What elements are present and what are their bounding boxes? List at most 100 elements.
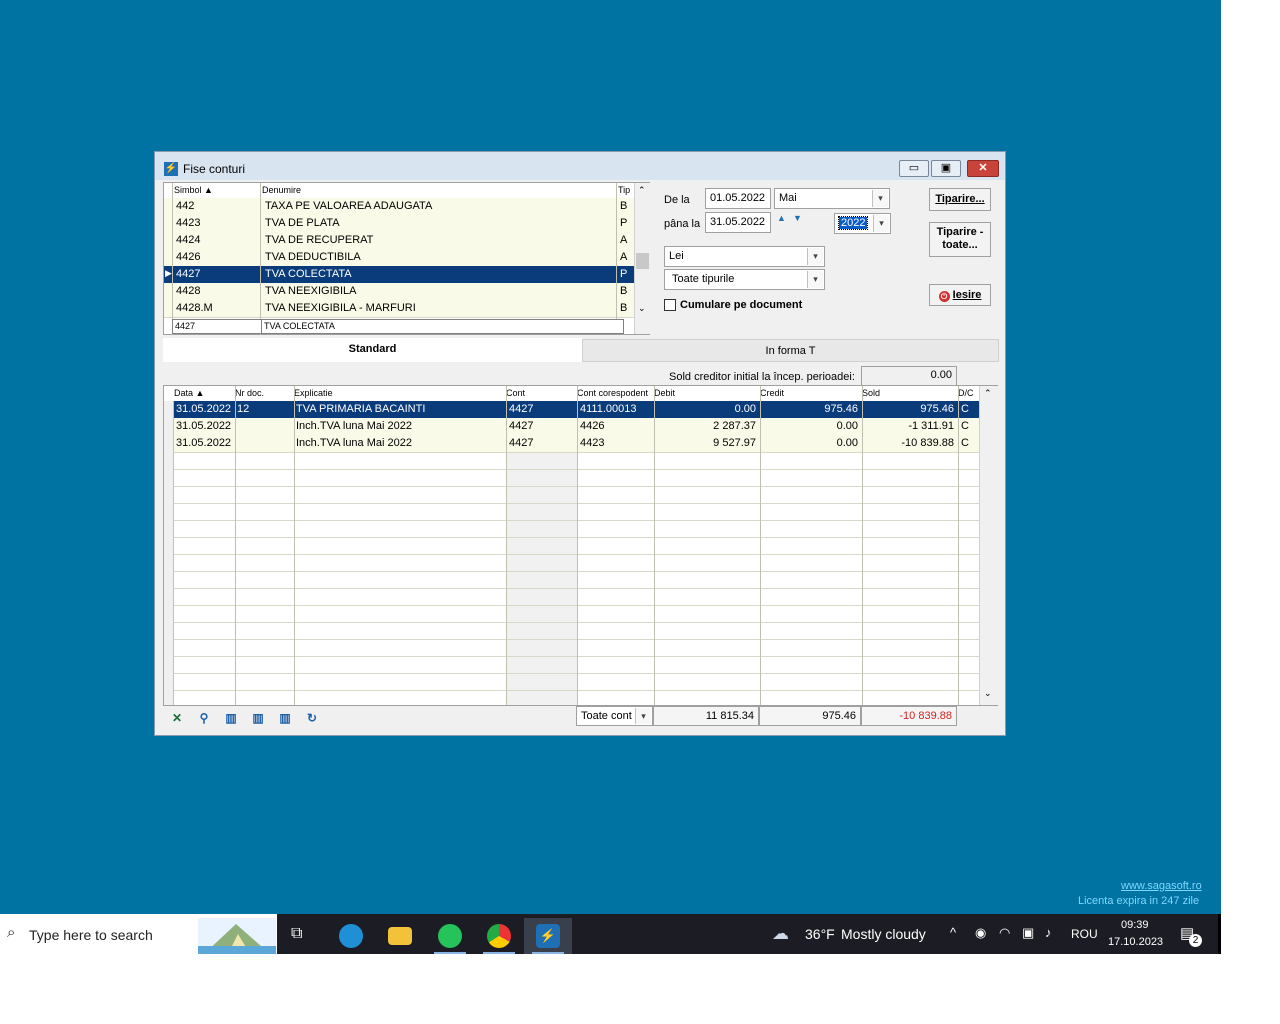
col-credit[interactable]: Credit bbox=[760, 388, 784, 398]
tiparire-toate-button[interactable]: Tiparire - toate... bbox=[929, 222, 991, 257]
ledger-row[interactable]: 31.05.2022 12 TVA PRIMARIA BACAINTI 4427 411… bbox=[164, 401, 979, 419]
search-placeholder: Type here to search bbox=[29, 927, 153, 943]
running-indicator bbox=[483, 952, 515, 954]
ledger-row[interactable]: 31.05.2022 Inch.TVA luna Mai 2022 4427 4426… bbox=[164, 418, 979, 436]
cumulare-checkbox[interactable] bbox=[664, 299, 676, 311]
volume-icon[interactable]: ♪ bbox=[1045, 925, 1052, 940]
accounts-scrollbar[interactable]: ⌃ ⌄ bbox=[634, 183, 651, 334]
file-explorer-button[interactable] bbox=[376, 918, 424, 954]
chevron-down-icon[interactable]: ▾ bbox=[873, 215, 889, 232]
sagasoft-link[interactable]: www.sagasoft.ro bbox=[1121, 880, 1202, 892]
to-date-input[interactable]: 31.05.2022 bbox=[705, 212, 771, 233]
scroll-down-icon[interactable]: ⌄ bbox=[638, 303, 646, 314]
types-select[interactable]: Toate tipurile ▾ bbox=[664, 269, 825, 290]
edge-button[interactable] bbox=[327, 918, 375, 954]
ledger-grid[interactable]: Data ▲ Nr doc. Explicatie Cont Cont core… bbox=[163, 385, 998, 708]
weather-temp[interactable]: 36°F bbox=[805, 926, 835, 942]
empty-ledger-row bbox=[164, 622, 979, 640]
whatsapp-button[interactable] bbox=[426, 918, 474, 954]
minimize-button[interactable]: ▭ bbox=[899, 160, 929, 177]
clock-date[interactable]: 17.10.2023 bbox=[1108, 936, 1163, 948]
meet-icon[interactable]: ◉ bbox=[975, 925, 986, 941]
task-view-button[interactable]: ⧉ bbox=[277, 918, 325, 954]
ledger-row[interactable]: 31.05.2022 Inch.TVA luna Mai 2022 4427 4423… bbox=[164, 435, 979, 453]
search-highlight-image bbox=[198, 918, 276, 954]
wifi-icon[interactable]: ◠ bbox=[999, 925, 1010, 941]
col-cont[interactable]: Cont bbox=[506, 388, 525, 398]
account-denumire: TVA NEEXIGIBILA bbox=[265, 285, 357, 297]
cumulare-label[interactable]: Cumulare pe document bbox=[680, 299, 802, 311]
year-select[interactable]: 2022 ▾ bbox=[834, 213, 891, 234]
scroll-up-icon[interactable]: ⌃ bbox=[638, 185, 646, 196]
iesire-button[interactable]: ⏻ Iesire bbox=[929, 284, 991, 306]
col-simbol[interactable]: Simbol ▲ bbox=[174, 185, 213, 195]
account-denumire: TVA DE PLATA bbox=[265, 217, 340, 229]
refresh-icon[interactable]: ↻ bbox=[304, 711, 320, 725]
close-button[interactable]: ✕ bbox=[967, 160, 999, 177]
col-tip[interactable]: Tip bbox=[618, 185, 630, 195]
search-box[interactable]: ⌕ Type here to search bbox=[0, 914, 277, 954]
col-data[interactable]: Data ▲ bbox=[174, 388, 204, 398]
grid-line bbox=[862, 386, 863, 705]
account-row[interactable]: 4424 TVA DE RECUPERAT A bbox=[164, 232, 634, 250]
col-dc[interactable]: D/C bbox=[958, 388, 974, 398]
scroll-thumb[interactable] bbox=[636, 253, 649, 269]
account-row[interactable]: 4428 TVA NEEXIGIBILA B bbox=[164, 283, 634, 301]
col-explicatie[interactable]: Explicatie bbox=[294, 388, 333, 398]
from-date-input[interactable]: 01.05.2022 bbox=[705, 188, 771, 209]
col-denumire[interactable]: Denumire bbox=[262, 185, 301, 195]
title-bar[interactable]: ⚡ Fise conturi ▭ ▣ ✕ bbox=[155, 152, 1005, 180]
ledger-credit: 0.00 bbox=[836, 437, 858, 449]
saga-button[interactable]: ⚡ bbox=[524, 918, 572, 954]
binoculars-icon[interactable]: ⚲ bbox=[196, 711, 212, 725]
total-credit: 975.46 bbox=[759, 706, 861, 726]
account-row[interactable]: 442 TAXA PE VALOAREA ADAUGATA B bbox=[164, 198, 634, 216]
filter-denumire[interactable]: TVA COLECTATA bbox=[264, 321, 335, 331]
account-row[interactable]: 4423 TVA DE PLATA P bbox=[164, 215, 634, 233]
tiparire-button[interactable]: Tiparire... bbox=[929, 188, 991, 211]
chart-icon[interactable]: ▥ bbox=[250, 711, 266, 725]
col-cont-corespondent[interactable]: Cont corespodent bbox=[577, 388, 648, 398]
clock-time[interactable]: 09:39 bbox=[1121, 919, 1149, 931]
accounts-filter-row[interactable]: 4427 TVA COLECTATA bbox=[172, 319, 624, 334]
weather-icon[interactable]: ☁ bbox=[772, 924, 789, 944]
language-indicator[interactable]: ROU bbox=[1071, 927, 1098, 941]
spin-up-icon[interactable]: ▲ bbox=[777, 213, 786, 223]
chevron-down-icon[interactable]: ▾ bbox=[807, 248, 823, 265]
tab-standard[interactable]: Standard bbox=[163, 338, 582, 362]
maximize-button[interactable]: ▣ bbox=[931, 160, 961, 177]
chevron-down-icon[interactable]: ▾ bbox=[872, 190, 888, 207]
empty-ledger-row bbox=[164, 605, 979, 623]
account-tip: P bbox=[620, 217, 628, 229]
account-row[interactable]: ▶ 4427 TVA COLECTATA P bbox=[164, 266, 634, 284]
ledger-scrollbar[interactable]: ⌃ ⌄ bbox=[979, 386, 998, 705]
currency-select[interactable]: Lei ▾ bbox=[664, 246, 825, 267]
totals-filter-value: Toate cont bbox=[581, 710, 632, 722]
col-nr-doc[interactable]: Nr doc. bbox=[235, 388, 264, 398]
chevron-down-icon[interactable]: ▾ bbox=[807, 271, 823, 288]
ledger-cont: 4427 bbox=[509, 403, 534, 415]
account-row[interactable]: 4428.M TVA NEEXIGIBILA - MARFURI B bbox=[164, 300, 634, 318]
filter-simbol[interactable]: 4427 bbox=[175, 321, 195, 331]
ledger-cont: 4427 bbox=[509, 437, 534, 449]
account-row[interactable]: 4426 TVA DEDUCTIBILA A bbox=[164, 249, 634, 267]
ledger-sold: -10 839.88 bbox=[901, 437, 954, 449]
accounts-grid-header: Simbol ▲ Denumire Tip bbox=[164, 183, 634, 199]
col-sold[interactable]: Sold bbox=[862, 388, 880, 398]
excel-export-icon[interactable]: ✕ bbox=[169, 711, 185, 725]
scroll-down-icon[interactable]: ⌄ bbox=[984, 688, 992, 699]
chart-icon[interactable]: ▥ bbox=[277, 711, 293, 725]
tab-forma-t[interactable]: In forma T bbox=[582, 339, 999, 362]
chevron-down-icon[interactable]: ▾ bbox=[635, 708, 651, 724]
accounts-grid[interactable]: Simbol ▲ Denumire Tip 442 TAXA PE VALOARE… bbox=[163, 182, 651, 335]
col-debit[interactable]: Debit bbox=[654, 388, 675, 398]
spin-down-icon[interactable]: ▼ bbox=[793, 213, 802, 223]
chrome-button[interactable] bbox=[475, 918, 523, 954]
scroll-up-icon[interactable]: ⌃ bbox=[984, 388, 992, 399]
chart-icon[interactable]: ▥ bbox=[223, 711, 239, 725]
chevron-up-icon[interactable]: ^ bbox=[950, 925, 956, 940]
network-icon[interactable]: ▣ bbox=[1022, 925, 1034, 941]
totals-filter-select[interactable]: Toate cont ▾ bbox=[576, 706, 653, 726]
weather-text[interactable]: Mostly cloudy bbox=[841, 926, 926, 942]
month-select[interactable]: Mai ▾ bbox=[774, 188, 890, 209]
